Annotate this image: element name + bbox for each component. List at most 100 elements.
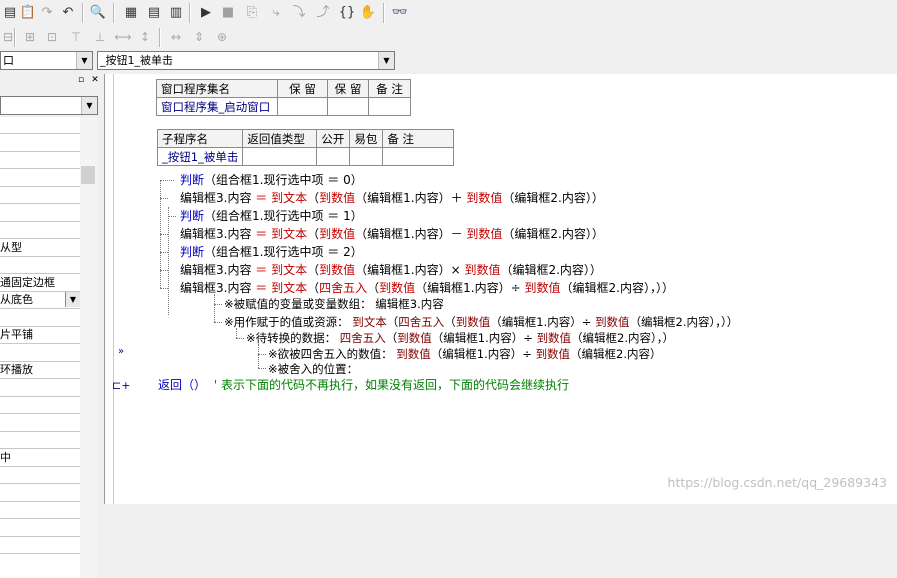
property-row[interactable] bbox=[0, 152, 80, 169]
property-row[interactable]: 片平铺 bbox=[0, 327, 80, 344]
run-to-cursor-icon[interactable]: {} bbox=[337, 3, 357, 23]
code-text: （ bbox=[385, 331, 398, 345]
code-line[interactable]: 判断（组合框1.现行选中项 ＝ 2） bbox=[180, 244, 363, 260]
window-combo[interactable]: 口 ▼ bbox=[0, 51, 93, 70]
code-line[interactable]: 编辑框3.内容 ＝ 到文本（到数值（编辑框1.内容）＋ 到数值（编辑框2.内容）… bbox=[180, 190, 604, 206]
paste-icon[interactable]: ▤ bbox=[0, 3, 20, 23]
chevron-down-icon[interactable]: ▼ bbox=[378, 52, 394, 69]
code-line[interactable]: 编辑框3.内容 ＝ 到文本（到数值（编辑框1.内容）× 到数值（编辑框2.内容）… bbox=[180, 262, 602, 278]
code-text: 编辑框3.内容 bbox=[180, 281, 256, 295]
property-row[interactable] bbox=[0, 187, 80, 204]
code-text: （编辑框1.内容）÷ bbox=[430, 347, 536, 361]
code-line[interactable]: 编辑框3.内容 ＝ 到文本（四舍五入（到数值（编辑框1.内容）÷ 到数值（编辑框… bbox=[180, 280, 674, 296]
code-text: （ bbox=[307, 191, 320, 205]
chevron-down-icon[interactable]: ▼ bbox=[76, 52, 92, 69]
property-row[interactable] bbox=[0, 205, 80, 222]
property-row[interactable] bbox=[0, 135, 80, 152]
close-icon[interactable]: ✕ bbox=[90, 75, 100, 86]
hand-icon[interactable]: ✋ bbox=[358, 3, 378, 23]
function-name: 到文本 bbox=[271, 191, 308, 205]
property-row[interactable] bbox=[0, 310, 80, 327]
window-layout-icon[interactable]: ▤ bbox=[144, 3, 164, 23]
sub-table-cell[interactable] bbox=[382, 147, 455, 166]
window-layout-icon[interactable]: ▦ bbox=[121, 3, 141, 23]
property-row[interactable] bbox=[0, 117, 80, 134]
function-name: 到数值 bbox=[466, 191, 503, 205]
code-line[interactable]: 返回（） ' 表示下面的代码不再执行，如果没有返回，下面的代码会继续执行 bbox=[158, 377, 569, 393]
property-row[interactable] bbox=[0, 170, 80, 187]
stop-icon[interactable]: ■ bbox=[218, 3, 238, 23]
property-row[interactable] bbox=[0, 432, 80, 449]
property-row[interactable] bbox=[0, 485, 80, 502]
param-guide-line bbox=[214, 304, 222, 305]
scrollbar-thumb[interactable] bbox=[81, 166, 95, 184]
step-over-icon[interactable]: ⤵ bbox=[289, 3, 309, 23]
property-row[interactable]: 从型 bbox=[0, 240, 80, 257]
sub-name-cell[interactable]: _按钮1_被单击 bbox=[156, 147, 244, 166]
step-icon[interactable]: ⎘ bbox=[242, 3, 262, 23]
step-out-icon[interactable]: ⤴ bbox=[313, 3, 333, 23]
param-hint-line: ※欲被四舍五入的数值： 到数值（编辑框1.内容）÷ 到数值（编辑框2.内容） bbox=[268, 346, 662, 362]
code-text: （编辑框2.内容），） bbox=[571, 331, 675, 345]
property-row[interactable] bbox=[0, 380, 80, 397]
property-row[interactable] bbox=[0, 345, 80, 362]
step-into-icon[interactable]: ⤷ bbox=[266, 3, 286, 23]
code-text: （编辑框2.内容）） bbox=[502, 191, 604, 205]
same-width-icon[interactable]: ↔ bbox=[166, 28, 186, 47]
chevron-down-icon[interactable]: ▼ bbox=[81, 97, 97, 114]
binoculars-icon[interactable]: 👓 bbox=[390, 3, 410, 23]
param-guide-line bbox=[236, 338, 244, 339]
run-icon[interactable]: ▶ bbox=[196, 3, 216, 23]
property-row[interactable]: 从底色 ▼ bbox=[0, 292, 80, 309]
property-row[interactable]: 中 bbox=[0, 450, 80, 467]
property-row[interactable]: 环播放 bbox=[0, 362, 80, 379]
space-vertical-icon[interactable]: ↕ bbox=[135, 28, 155, 47]
align-center-icon[interactable]: ⊞ bbox=[20, 28, 40, 47]
code-line[interactable]: 编辑框3.内容 ＝ 到文本（到数值（编辑框1.内容）－ 到数值（编辑框2.内容）… bbox=[180, 226, 604, 242]
window-layout-icon[interactable]: ▥ bbox=[166, 3, 186, 23]
code-editor[interactable]: 窗口程序集名 保 留 保 留 备 注 窗口程序集_启动窗口 子程序名 返回值类型… bbox=[112, 74, 897, 504]
redo-icon[interactable]: ↷ bbox=[37, 3, 57, 23]
code-text: （ bbox=[307, 227, 320, 241]
same-size-icon[interactable]: ⊕ bbox=[212, 28, 232, 47]
property-row[interactable] bbox=[0, 520, 80, 537]
property-scrollbar[interactable] bbox=[80, 117, 97, 578]
sub-table-cell[interactable] bbox=[242, 147, 318, 166]
space-horizontal-icon[interactable]: ⟷ bbox=[113, 28, 133, 47]
property-row[interactable] bbox=[0, 537, 80, 554]
same-height-icon[interactable]: ⇕ bbox=[189, 28, 209, 47]
chevron-down-icon[interactable]: ▼ bbox=[65, 292, 80, 307]
class-table-cell[interactable] bbox=[327, 97, 369, 116]
code-line[interactable]: 判断（组合框1.现行选中项 ＝ 0） bbox=[180, 172, 363, 188]
property-row[interactable] bbox=[0, 397, 80, 414]
code-line[interactable]: ⊏+ bbox=[112, 377, 130, 394]
code-line[interactable]: 判断（组合框1.现行选中项 ＝ 1） bbox=[180, 208, 363, 224]
sub-table-cell[interactable] bbox=[316, 147, 351, 166]
code-text: （ bbox=[386, 315, 399, 329]
property-row[interactable] bbox=[0, 502, 80, 519]
sub-table-cell[interactable] bbox=[349, 147, 384, 166]
event-combo[interactable]: _按钮1_被单击 ▼ bbox=[97, 51, 395, 70]
property-row[interactable] bbox=[0, 222, 80, 239]
align-middle-icon[interactable]: ⊡ bbox=[42, 28, 62, 47]
class-table-cell[interactable] bbox=[368, 97, 411, 116]
function-name: 到数值 bbox=[379, 281, 416, 295]
clipboard-icon[interactable]: 📋 bbox=[18, 3, 38, 23]
property-object-combo[interactable]: ▼ bbox=[0, 96, 98, 115]
align-top-icon[interactable]: ⊤ bbox=[66, 28, 86, 47]
class-name-cell[interactable]: 窗口程序集_启动窗口 bbox=[156, 97, 278, 116]
class-table-cell[interactable] bbox=[277, 97, 328, 116]
property-row[interactable] bbox=[0, 467, 80, 484]
code-text: （编辑框2.内容），）） bbox=[560, 281, 674, 295]
align-bottom-icon[interactable]: ⊥ bbox=[90, 28, 110, 47]
panel-pin-icon[interactable]: ▫ bbox=[76, 75, 86, 86]
code-text: （编辑框2.内容），）） bbox=[629, 315, 739, 329]
find-icon[interactable]: 🔍 bbox=[88, 3, 108, 23]
function-name: 到文本 bbox=[271, 227, 308, 241]
undo-icon[interactable]: ↶ bbox=[58, 3, 78, 23]
property-row[interactable] bbox=[0, 415, 80, 432]
code-text: （ bbox=[367, 281, 380, 295]
property-row[interactable]: 通固定边框 bbox=[0, 275, 80, 292]
property-row[interactable] bbox=[0, 257, 80, 274]
param-hint-line: ※待转换的数据： 四舍五入（到数值（编辑框1.内容）÷ 到数值（编辑框2.内容）… bbox=[246, 330, 674, 346]
